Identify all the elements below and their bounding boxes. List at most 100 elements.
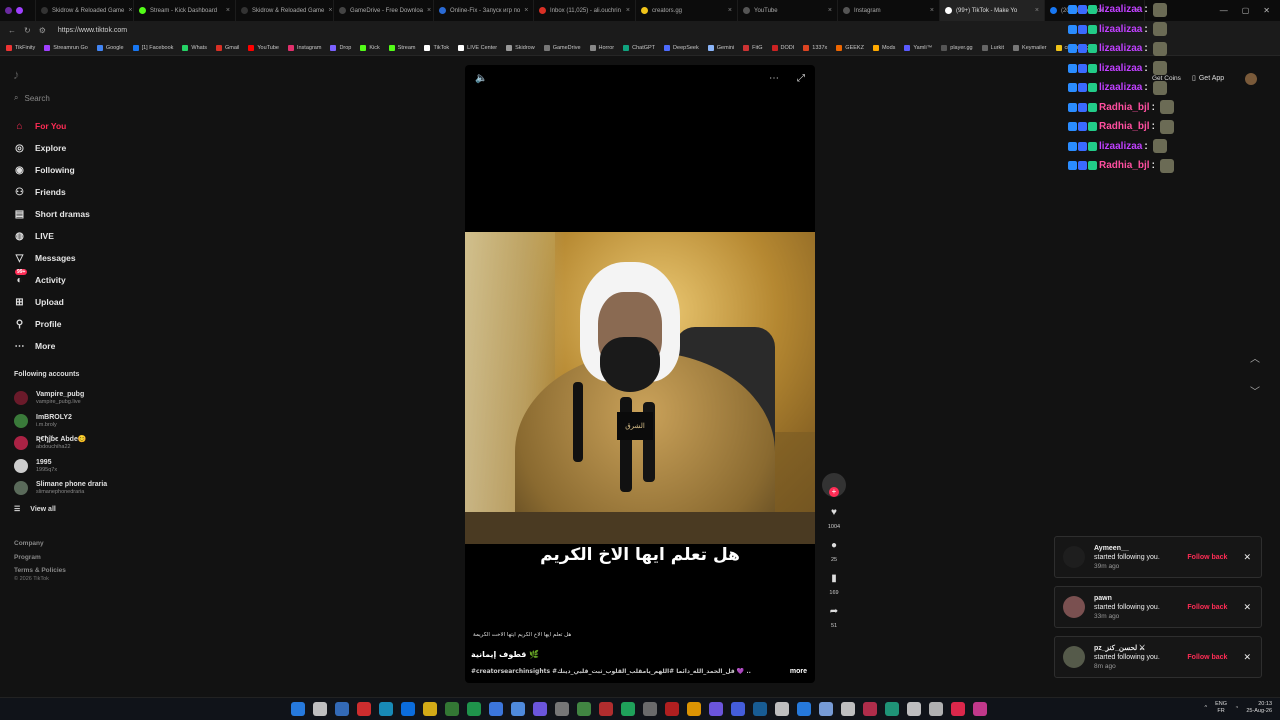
bookmark-item[interactable]: ChatGPT bbox=[623, 44, 655, 51]
close-icon[interactable]: ✕ bbox=[1243, 652, 1251, 663]
url-field[interactable]: https://www.tiktok.com bbox=[58, 27, 127, 34]
browser-tab[interactable]: (99+) TikTok - Make Yo × bbox=[940, 0, 1045, 21]
next-video-icon[interactable]: ﹀ bbox=[1250, 383, 1260, 398]
reload-icon[interactable]: ↻ bbox=[24, 26, 31, 35]
taskbar-app-icon[interactable] bbox=[555, 702, 569, 716]
taskbar-app-icon[interactable] bbox=[819, 702, 833, 716]
taskbar-app-icon[interactable] bbox=[973, 702, 987, 716]
browser-tab[interactable]: Inbox (11,025) - ali.ouchrin × bbox=[534, 0, 636, 21]
bookmark-item[interactable]: Google bbox=[96, 44, 124, 51]
comment-button[interactable]: ● 25 bbox=[822, 539, 846, 563]
browser-tab[interactable]: Online-Fix - Запуск игр по × bbox=[434, 0, 534, 21]
taskbar-app-icon[interactable] bbox=[401, 702, 415, 716]
tab-close-icon[interactable]: × bbox=[626, 7, 630, 14]
minimize-icon[interactable]: — bbox=[1220, 6, 1228, 15]
video-player[interactable]: 🔈 ⋯ ⤢ الشرق هل تعلم ايها الاخ الكريم هل … bbox=[465, 65, 815, 683]
bookmark-item[interactable]: Horror bbox=[589, 44, 614, 51]
user-avatar[interactable] bbox=[1245, 73, 1257, 85]
bookmark-item[interactable]: Stream bbox=[388, 44, 415, 51]
browser-tab[interactable]: Skidrow & Reloaded Game × bbox=[36, 0, 134, 21]
bookmark-item[interactable]: TikFinity bbox=[6, 44, 35, 51]
taskbar-app-icon[interactable] bbox=[841, 702, 855, 716]
bookmark-item[interactable]: Keymailer bbox=[1013, 44, 1047, 51]
browser-tab[interactable]: Stream - Kick Dashboard × bbox=[134, 0, 236, 21]
bookmark-item[interactable]: TikTok bbox=[424, 44, 449, 51]
taskbar-app-icon[interactable] bbox=[599, 702, 613, 716]
taskbar-app-icon[interactable] bbox=[797, 702, 811, 716]
taskbar-app-icon[interactable] bbox=[687, 702, 701, 716]
taskbar-app-icon[interactable] bbox=[467, 702, 481, 716]
following-account[interactable]: Ʀ€ђĵɓϵ Abde😊 abdouchiha22 bbox=[14, 432, 164, 455]
close-icon[interactable]: ✕ bbox=[1263, 6, 1270, 15]
tab-close-icon[interactable]: × bbox=[524, 7, 528, 14]
taskbar-app-icon[interactable] bbox=[709, 702, 723, 716]
nav-item-for-you[interactable]: ⌂ For You bbox=[13, 115, 163, 137]
nav-item-friends[interactable]: ⚇ Friends bbox=[13, 181, 163, 203]
taskbar-app-icon[interactable] bbox=[929, 702, 943, 716]
tab-close-icon[interactable]: × bbox=[930, 7, 934, 14]
tab-close-icon[interactable]: × bbox=[828, 7, 832, 14]
taskbar-app-icon[interactable] bbox=[357, 702, 371, 716]
close-icon[interactable]: ✕ bbox=[1243, 602, 1251, 613]
taskbar-app-icon[interactable] bbox=[665, 702, 679, 716]
previous-video-icon[interactable]: ︿ bbox=[1250, 350, 1260, 365]
bookmark-item[interactable]: Gmail bbox=[215, 44, 239, 51]
taskbar-app-icon[interactable] bbox=[643, 702, 657, 716]
taskbar-app-icon[interactable] bbox=[335, 702, 349, 716]
taskbar-app-icon[interactable] bbox=[753, 702, 767, 716]
following-account[interactable]: 1995 1995q7x bbox=[14, 455, 164, 478]
nav-item-explore[interactable]: ◎ Explore bbox=[13, 137, 163, 159]
share-button[interactable]: ➦ 51 bbox=[822, 605, 846, 629]
taskbar-app-icon[interactable] bbox=[951, 702, 965, 716]
bookmark-item[interactable]: GEEKZ bbox=[836, 44, 864, 51]
bookmark-item[interactable]: 1337x bbox=[803, 44, 827, 51]
taskbar-app-icon[interactable] bbox=[907, 702, 921, 716]
nav-item-following[interactable]: ◉ Following bbox=[13, 159, 163, 181]
nav-item-messages[interactable]: ▽ Messages bbox=[13, 247, 163, 269]
more-options-icon[interactable]: ⋯ bbox=[769, 73, 779, 84]
bookmark-item[interactable]: LIVE Center bbox=[458, 44, 497, 51]
tab-close-icon[interactable]: × bbox=[128, 7, 132, 14]
browser-tab[interactable]: Instagram × bbox=[838, 0, 940, 21]
follow-plus-icon[interactable]: + bbox=[829, 487, 839, 497]
browser-tab[interactable]: GameDrive - Free Downloa × bbox=[334, 0, 434, 21]
nav-item-short-dramas[interactable]: ▤ Short dramas bbox=[13, 203, 163, 225]
taskbar-app-icon[interactable] bbox=[379, 702, 393, 716]
close-icon[interactable]: ✕ bbox=[1243, 552, 1251, 563]
view-all-button[interactable]: ☰ View all bbox=[14, 505, 56, 514]
volume-icon[interactable]: 🔈 bbox=[475, 73, 487, 84]
taskbar-app-icon[interactable] bbox=[511, 702, 525, 716]
browser-tab[interactable]: Skidrow & Reloaded Game × bbox=[236, 0, 334, 21]
tab-close-icon[interactable]: × bbox=[728, 7, 732, 14]
bookmark-item[interactable]: Gemini bbox=[707, 44, 734, 51]
taskbar-app-icon[interactable] bbox=[577, 702, 591, 716]
avatar[interactable] bbox=[1063, 646, 1085, 668]
tab-close-icon[interactable]: × bbox=[226, 7, 230, 14]
taskbar-app-icon[interactable] bbox=[885, 702, 899, 716]
follow-back-button[interactable]: Follow back bbox=[1187, 654, 1227, 661]
more-description-button[interactable]: more bbox=[790, 668, 807, 675]
nav-item-profile[interactable]: ⚲ Profile bbox=[13, 313, 163, 335]
creator-avatar[interactable]: + bbox=[822, 473, 846, 497]
bookmark-item[interactable]: FitG bbox=[743, 44, 763, 51]
nav-item-live[interactable]: ◍ LIVE bbox=[13, 225, 163, 247]
bookmark-item[interactable]: Instagram bbox=[287, 44, 321, 51]
taskbar-app-icon[interactable] bbox=[863, 702, 877, 716]
browser-tab[interactable]: creators.gg × bbox=[636, 0, 738, 21]
taskbar-app-icon[interactable] bbox=[489, 702, 503, 716]
bookmark-item[interactable]: DODI bbox=[771, 44, 794, 51]
clock[interactable]: 20:13 25-Aug-26 bbox=[1246, 701, 1272, 715]
bookmark-item[interactable]: GameDrive bbox=[543, 44, 581, 51]
nav-item-more[interactable]: ⋯ More bbox=[13, 335, 163, 357]
bookmark-item[interactable]: Lurkit bbox=[981, 44, 1004, 51]
back-icon[interactable]: ← bbox=[8, 26, 16, 35]
taskbar-app-icon[interactable] bbox=[445, 702, 459, 716]
taskbar-app-icon[interactable] bbox=[533, 702, 547, 716]
tab-close-icon[interactable]: × bbox=[427, 7, 431, 14]
search-input[interactable]: ⌕ Search bbox=[14, 93, 50, 103]
save-button[interactable]: ▮ 169 bbox=[822, 572, 846, 596]
bookmark-item[interactable]: player.gg bbox=[941, 44, 973, 51]
tray-chevron-icon[interactable]: ^ bbox=[1204, 705, 1207, 711]
browser-tab[interactable]: YouTube × bbox=[738, 0, 838, 21]
taskbar-app-icon[interactable] bbox=[775, 702, 789, 716]
